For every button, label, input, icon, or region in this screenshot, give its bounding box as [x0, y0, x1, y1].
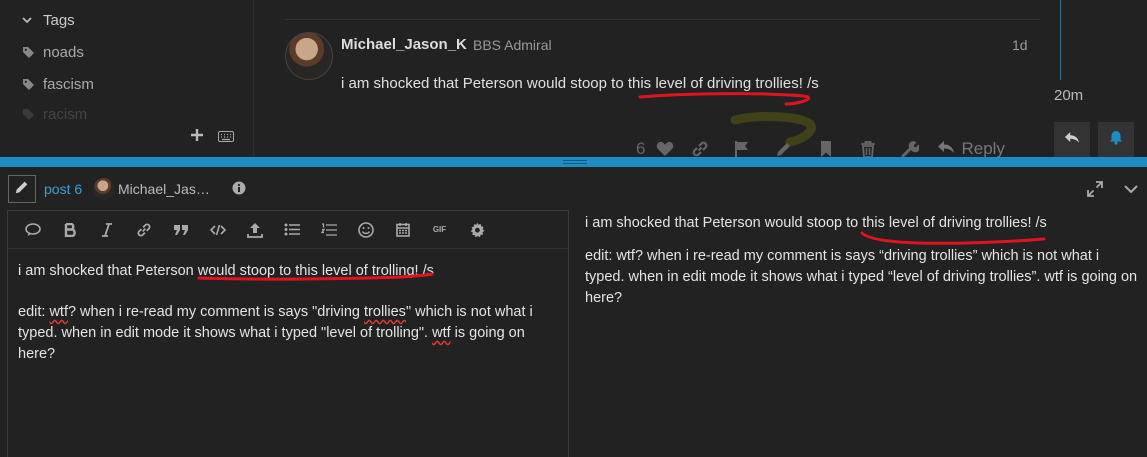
like-count: 6	[636, 139, 646, 157]
reply-icon	[937, 139, 955, 157]
sidebar-tag-label: fascism	[43, 76, 94, 93]
bookmark-icon[interactable]	[805, 137, 847, 157]
timeline-age: 20m	[1054, 87, 1084, 104]
notification-button[interactable]	[1098, 122, 1134, 157]
sidebar-tag-label: noads	[43, 44, 84, 61]
plus-icon[interactable]	[190, 128, 204, 147]
bold-icon[interactable]	[51, 215, 88, 245]
upload-icon[interactable]	[236, 215, 273, 245]
timeline-track[interactable]	[1060, 0, 1061, 80]
avatar	[93, 178, 115, 200]
post-body: i am shocked that Peterson would stoop t…	[341, 75, 819, 92]
editor-textarea[interactable]: i am shocked that Peterson would stoop t…	[8, 249, 568, 397]
post-username[interactable]: Michael_Jason_K	[341, 36, 467, 53]
composer-resize-bar[interactable]	[0, 157, 1147, 167]
pencil-icon[interactable]	[763, 137, 805, 157]
italic-icon[interactable]	[88, 215, 125, 245]
post-user-title: BBS Admiral	[473, 37, 552, 53]
avatar[interactable]	[285, 32, 333, 80]
misspelled-word: wtf	[49, 304, 68, 320]
editor-paragraph: i am shocked that Peterson would stoop t…	[18, 263, 434, 279]
editor-text: edit:	[18, 304, 50, 320]
tag-icon	[22, 78, 36, 92]
emoji-icon[interactable]	[347, 215, 384, 245]
sidebar-item-tag[interactable]: noads	[22, 44, 84, 61]
tag-icon	[22, 46, 36, 60]
editor-toolbar: GIF	[8, 211, 568, 249]
wrench-icon[interactable]	[889, 137, 931, 157]
calendar-icon[interactable]	[384, 215, 421, 245]
topic-post: Michael_Jason_K BBS Admiral 1d i am shoc…	[285, 19, 1040, 92]
post-date[interactable]: 1d	[1012, 37, 1028, 53]
preview-paragraph: i am shocked that Peterson would stoop t…	[585, 215, 1047, 231]
preview-paragraph: edit: wtf? when i re-read my comment is …	[585, 248, 1138, 306]
timeline-reply-button[interactable]	[1054, 122, 1090, 157]
editor: GIF i am shocked that Peterson would sto…	[7, 210, 569, 457]
misspelled-word: trollies	[364, 304, 406, 320]
sidebar: Tags noads fascism racism	[0, 0, 254, 157]
bullet-list-icon[interactable]	[273, 215, 310, 245]
chevron-down-icon	[22, 15, 36, 27]
sidebar-section-tags[interactable]: Tags	[22, 12, 75, 29]
pencil-icon	[14, 179, 30, 200]
chevron-down-icon[interactable]	[1124, 181, 1138, 199]
sidebar-tag-label: racism	[43, 106, 88, 123]
heart-icon[interactable]	[651, 137, 679, 157]
gif-button[interactable]: GIF	[421, 215, 458, 245]
link-icon[interactable]	[125, 215, 162, 245]
composer: post 6 Michael_Jas… GIF i am shocked tha…	[0, 167, 1147, 457]
sidebar-item-tag[interactable]: racism	[22, 106, 87, 123]
sidebar-item-tag[interactable]: fascism	[22, 76, 94, 93]
gear-icon[interactable]	[458, 215, 495, 245]
post-link[interactable]: post 6	[44, 181, 82, 197]
post-actions: 6 Reply	[636, 137, 1005, 157]
expand-icon[interactable]	[1087, 181, 1103, 202]
topic-view: Tags noads fascism racism Michael_Jason_…	[0, 0, 1147, 157]
reply-to-user: Michael_Jas…	[118, 181, 210, 197]
tag-icon	[22, 108, 36, 122]
preview-pane: i am shocked that Peterson would stoop t…	[585, 213, 1141, 321]
flag-icon[interactable]	[721, 137, 763, 157]
blockquote-icon[interactable]	[162, 215, 199, 245]
info-icon[interactable]	[232, 181, 246, 200]
editor-text: ? when i re-read my comment is says "dri…	[67, 304, 365, 320]
code-icon[interactable]	[199, 215, 236, 245]
bell-icon	[1109, 130, 1123, 150]
sidebar-actions	[190, 128, 234, 147]
link-icon[interactable]	[679, 137, 721, 157]
editor-paragraph: edit: wtf? when i re-read my comment is …	[18, 302, 558, 365]
keyboard-icon[interactable]	[218, 129, 234, 147]
trash-icon[interactable]	[847, 137, 889, 157]
numbered-list-icon[interactable]	[310, 215, 347, 245]
misspelled-word: wtf	[432, 325, 451, 341]
reply-button[interactable]: Reply	[937, 139, 1005, 157]
resize-grip[interactable]	[563, 160, 587, 164]
quote-icon[interactable]	[14, 215, 51, 245]
reply-label: Reply	[961, 139, 1005, 157]
sidebar-section-label: Tags	[43, 12, 75, 29]
reply-icon	[1064, 131, 1080, 149]
composer-action-button[interactable]	[8, 175, 36, 203]
